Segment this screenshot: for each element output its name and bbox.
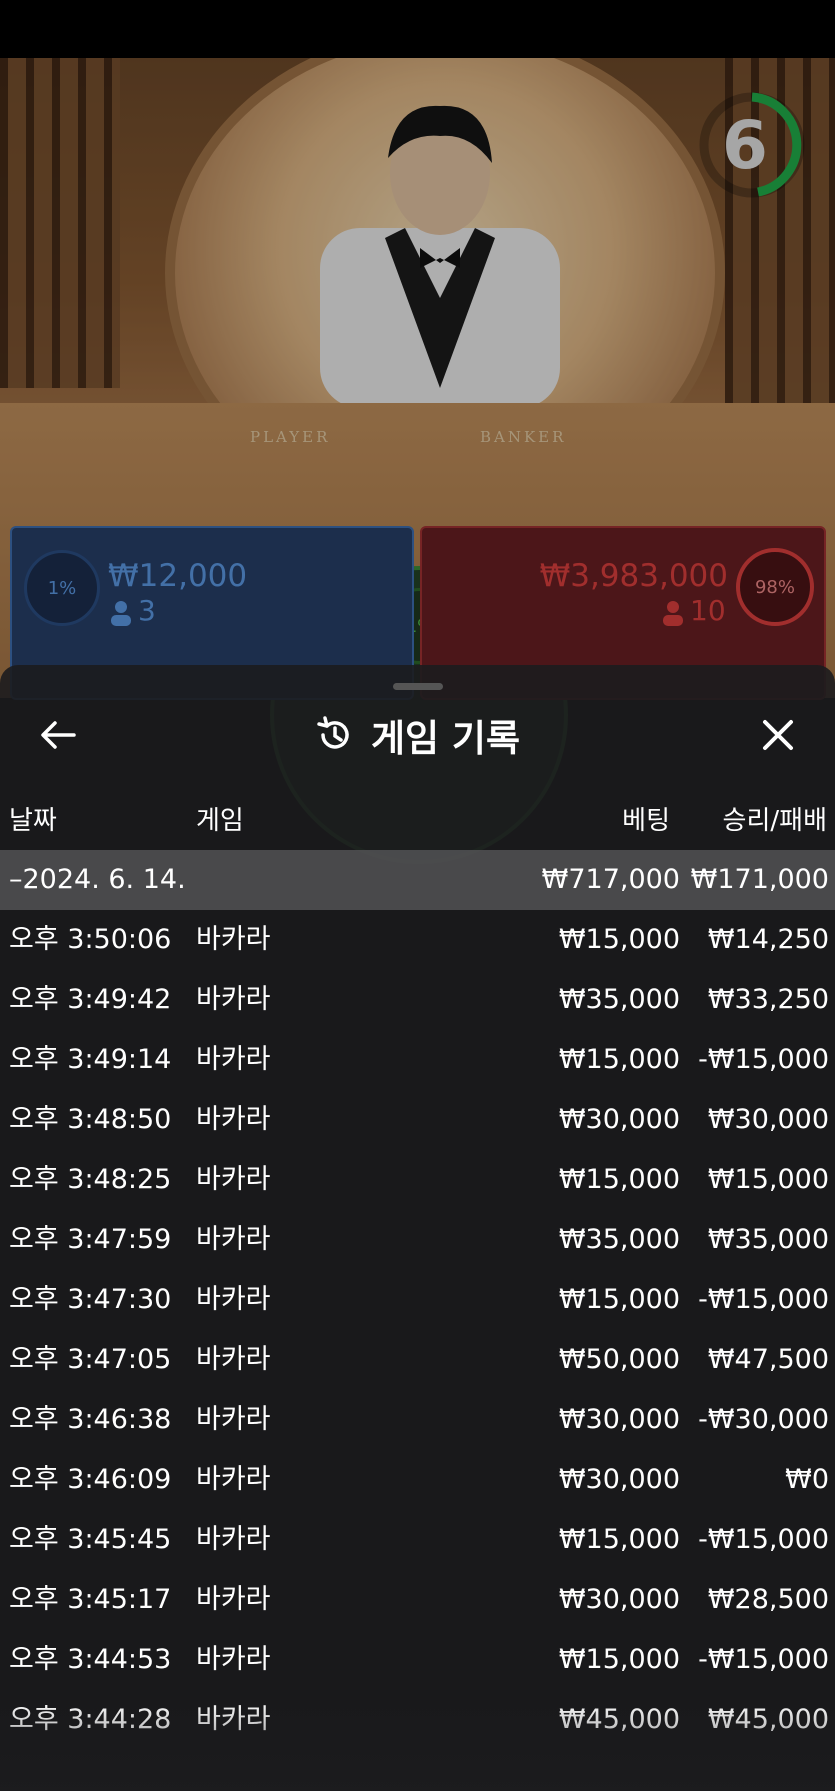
history-row[interactable]: 오후 3:45:17 바카라 ₩30,000 ₩28,500	[0, 1570, 835, 1630]
row-bet: ₩15,000	[558, 1164, 680, 1195]
row-time: 오후 3:49:42	[9, 984, 172, 1015]
row-bet: ₩30,000	[558, 1104, 680, 1135]
row-game: 바카라	[196, 1224, 271, 1255]
row-game: 바카라	[196, 1704, 271, 1735]
row-result: -₩15,000	[698, 1524, 829, 1555]
row-game: 바카라	[196, 1104, 271, 1135]
row-time: 오후 3:45:17	[9, 1584, 172, 1615]
row-time: 오후 3:49:14	[9, 1044, 172, 1075]
close-button[interactable]	[750, 707, 806, 763]
history-row[interactable]: 오후 3:50:06 바카라 ₩15,000 ₩14,250	[0, 910, 835, 970]
row-result: ₩0	[785, 1464, 829, 1495]
history-row[interactable]: 오후 3:47:59 바카라 ₩35,000 ₩35,000	[0, 1210, 835, 1270]
history-row[interactable]: 오후 3:48:25 바카라 ₩15,000 ₩15,000	[0, 1150, 835, 1210]
date-group-row[interactable]: –2024. 6. 14. ₩717,000 ₩171,000	[0, 850, 835, 910]
row-result: -₩15,000	[698, 1044, 829, 1075]
history-row[interactable]: 오후 3:47:30 바카라 ₩15,000 -₩15,000	[0, 1270, 835, 1330]
sheet-title: 게임 기록	[370, 717, 521, 760]
row-game: 바카라	[196, 984, 271, 1015]
row-time: 오후 3:47:30	[9, 1284, 172, 1315]
row-result: -₩15,000	[698, 1284, 829, 1315]
row-game: 바카라	[196, 924, 271, 955]
row-game: 바카라	[196, 1164, 271, 1195]
row-result: ₩47,500	[707, 1344, 829, 1375]
game-history-sheet: 게임 기록 날짜 게임 베팅 승리/패배 –2024. 6. 14. ₩717,…	[0, 665, 835, 1791]
column-game: 게임	[196, 806, 244, 836]
row-bet: ₩45,000	[558, 1704, 680, 1735]
row-result: ₩30,000	[707, 1104, 829, 1135]
history-row[interactable]: 오후 3:49:14 바카라 ₩15,000 -₩15,000	[0, 1030, 835, 1090]
row-result: -₩15,000	[698, 1644, 829, 1675]
row-time: 오후 3:44:28	[9, 1704, 172, 1735]
row-bet: ₩35,000	[558, 1224, 680, 1255]
sheet-drag-handle[interactable]	[393, 683, 443, 690]
row-bet: ₩15,000	[558, 1284, 680, 1315]
row-time: 오후 3:48:50	[9, 1104, 172, 1135]
row-bet: ₩35,000	[558, 984, 680, 1015]
row-game: 바카라	[196, 1404, 271, 1435]
row-time: 오후 3:46:09	[9, 1464, 172, 1495]
row-result: ₩33,250	[707, 984, 829, 1015]
row-time: 오후 3:46:38	[9, 1404, 172, 1435]
row-game: 바카라	[196, 1524, 271, 1555]
row-game: 바카라	[196, 1044, 271, 1075]
column-date: 날짜	[9, 806, 57, 836]
history-row[interactable]: 오후 3:46:09 바카라 ₩30,000 ₩0	[0, 1450, 835, 1510]
row-bet: ₩15,000	[558, 1044, 680, 1075]
row-result: ₩45,000	[707, 1704, 829, 1735]
column-bet: 베팅	[622, 806, 670, 836]
close-icon	[763, 720, 793, 750]
history-row[interactable]: 오후 3:44:53 바카라 ₩15,000 -₩15,000	[0, 1630, 835, 1690]
row-time: 오후 3:50:06	[9, 924, 172, 955]
date-group-result: ₩171,000	[690, 864, 829, 895]
row-bet: ₩30,000	[558, 1464, 680, 1495]
row-result: -₩30,000	[698, 1404, 829, 1435]
row-result: ₩35,000	[707, 1224, 829, 1255]
history-row[interactable]: 오후 3:45:45 바카라 ₩15,000 -₩15,000	[0, 1510, 835, 1570]
row-game: 바카라	[196, 1344, 271, 1375]
history-row[interactable]: 오후 3:46:38 바카라 ₩30,000 -₩30,000	[0, 1390, 835, 1450]
row-time: 오후 3:44:53	[9, 1644, 172, 1675]
row-bet: ₩15,000	[558, 924, 680, 955]
row-result: ₩14,250	[707, 924, 829, 955]
row-time: 오후 3:45:45	[9, 1524, 172, 1555]
history-icon	[317, 716, 349, 749]
row-game: 바카라	[196, 1284, 271, 1315]
sheet-header: 게임 기록	[0, 705, 835, 765]
date-group-label: –2024. 6. 14.	[9, 864, 186, 895]
row-bet: ₩50,000	[558, 1344, 680, 1375]
row-time: 오후 3:47:05	[9, 1344, 172, 1375]
row-time: 오후 3:48:25	[9, 1164, 172, 1195]
row-result: ₩28,500	[707, 1584, 829, 1615]
history-row[interactable]: 오후 3:44:28 바카라 ₩45,000 ₩45,000	[0, 1690, 835, 1750]
row-bet: ₩15,000	[558, 1524, 680, 1555]
row-game: 바카라	[196, 1644, 271, 1675]
column-result: 승리/패배	[722, 806, 827, 836]
history-row[interactable]: 오후 3:47:05 바카라 ₩50,000 ₩47,500	[0, 1330, 835, 1390]
row-result: ₩15,000	[707, 1164, 829, 1195]
row-bet: ₩30,000	[558, 1584, 680, 1615]
history-row[interactable]: 오후 3:48:50 바카라 ₩30,000 ₩30,000	[0, 1090, 835, 1150]
row-bet: ₩30,000	[558, 1404, 680, 1435]
row-time: 오후 3:47:59	[9, 1224, 172, 1255]
row-bet: ₩15,000	[558, 1644, 680, 1675]
date-group-bet: ₩717,000	[541, 864, 680, 895]
history-row[interactable]: 오후 3:49:42 바카라 ₩35,000 ₩33,250	[0, 970, 835, 1030]
row-game: 바카라	[196, 1584, 271, 1615]
row-game: 바카라	[196, 1464, 271, 1495]
